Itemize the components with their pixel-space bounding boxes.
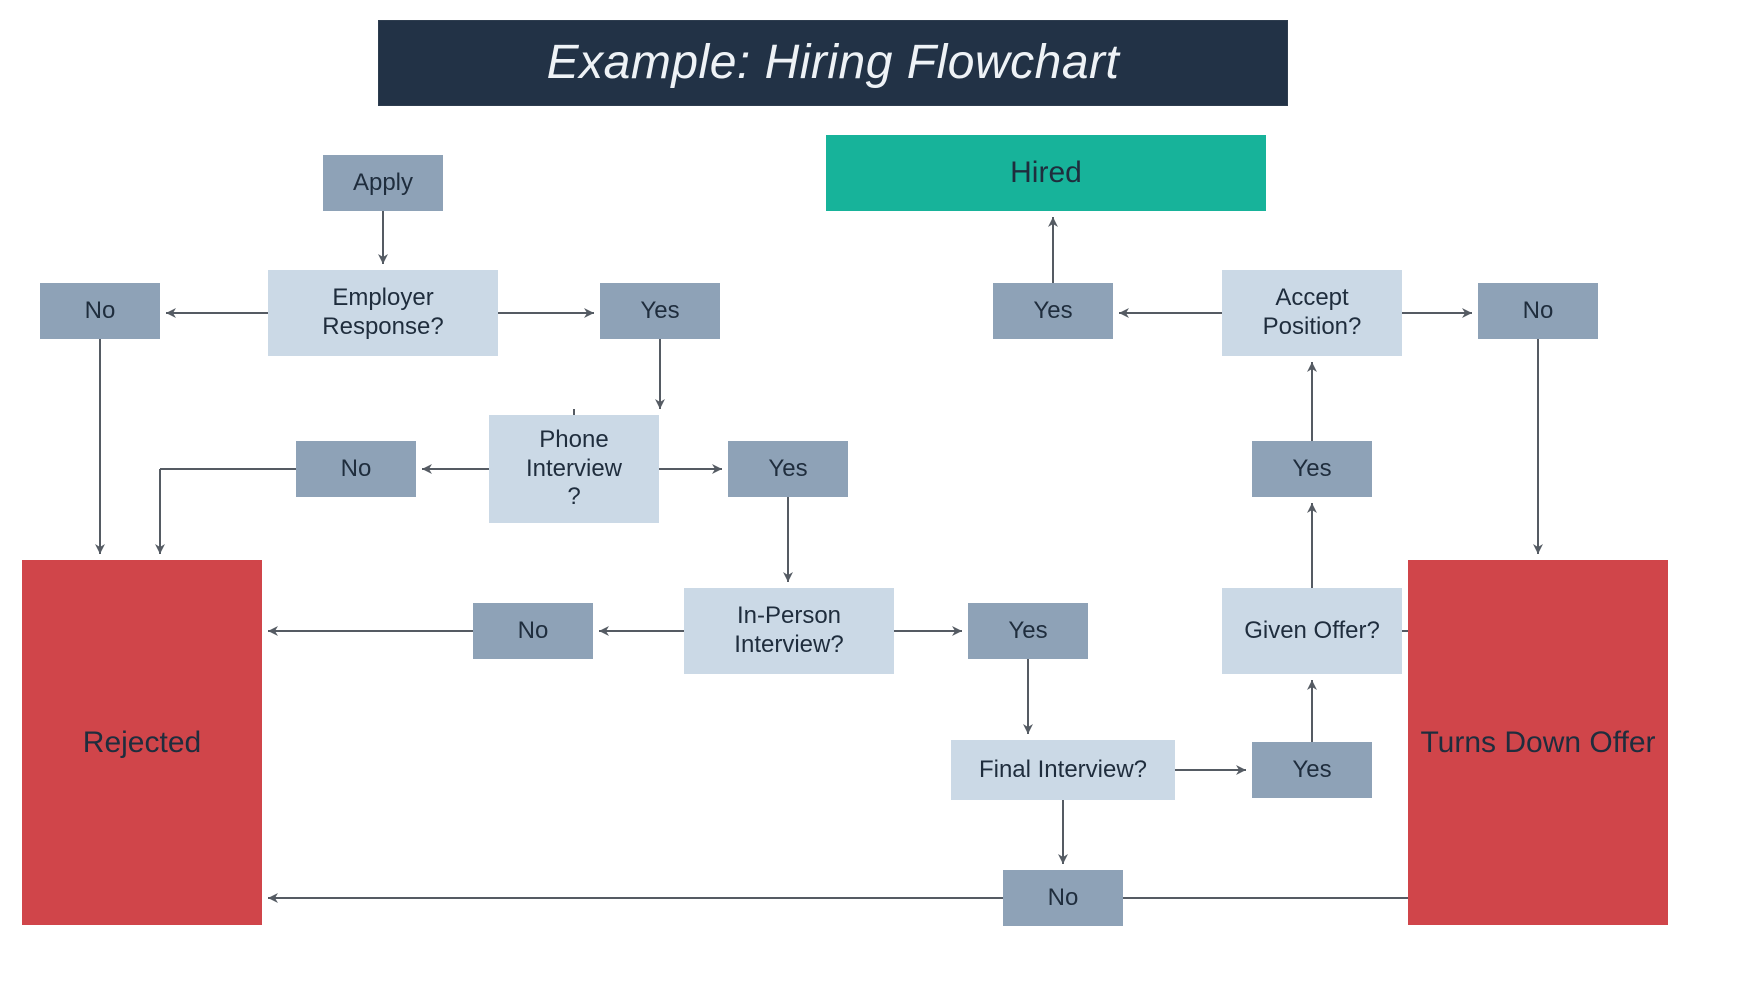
node-erNo: No <box>40 283 160 339</box>
node-label-goYes: Yes <box>1284 451 1339 488</box>
node-apNo: No <box>1478 283 1598 339</box>
title-box: Example: Hiring Flowchart <box>378 20 1288 106</box>
node-apYes: Yes <box>993 283 1113 339</box>
node-ipNo: No <box>473 603 593 659</box>
node-label-turnsDown: Turns Down Offer <box>1412 721 1663 765</box>
node-label-phoneInterview: Phone Interview ? <box>489 422 659 516</box>
node-apply: Apply <box>323 155 443 211</box>
node-label-phNo: No <box>333 451 380 488</box>
node-fiNo: No <box>1003 870 1123 926</box>
node-label-fiYes: Yes <box>1284 752 1339 789</box>
node-label-acceptPosition: Accept Position? <box>1222 280 1402 346</box>
node-finalInterview: Final Interview? <box>951 740 1175 800</box>
node-label-erYes: Yes <box>632 293 687 330</box>
node-label-ipYes: Yes <box>1000 613 1055 650</box>
node-givenOffer: Given Offer? <box>1222 588 1402 674</box>
node-phoneInterview: Phone Interview ? <box>489 415 659 523</box>
node-label-inPerson: In-Person Interview? <box>684 598 894 664</box>
node-fiYes: Yes <box>1252 742 1372 798</box>
node-goYes: Yes <box>1252 441 1372 497</box>
flowchart-stage: Example: Hiring Flowchart Apply Employer R… <box>0 0 1756 996</box>
node-label-phYes: Yes <box>760 451 815 488</box>
node-ipYes: Yes <box>968 603 1088 659</box>
node-erYes: Yes <box>600 283 720 339</box>
node-acceptPosition: Accept Position? <box>1222 270 1402 356</box>
node-rejected: Rejected <box>22 560 262 925</box>
node-employerResponse: Employer Response? <box>268 270 498 356</box>
node-phYes: Yes <box>728 441 848 497</box>
node-label-apply: Apply <box>345 165 421 202</box>
node-turnsDown: Turns Down Offer <box>1408 560 1668 925</box>
node-label-apYes: Yes <box>1025 293 1080 330</box>
node-label-ipNo: No <box>510 613 557 650</box>
node-label-employerResponse: Employer Response? <box>268 280 498 346</box>
node-label-fiNo: No <box>1040 880 1087 917</box>
node-label-givenOffer: Given Offer? <box>1236 613 1388 650</box>
node-label-rejected: Rejected <box>75 721 209 765</box>
node-label-apNo: No <box>1515 293 1562 330</box>
title-label: Example: Hiring Flowchart <box>539 30 1128 96</box>
node-label-hired: Hired <box>1002 151 1090 195</box>
node-label-finalInterview: Final Interview? <box>971 752 1155 789</box>
node-hired: Hired <box>826 135 1266 211</box>
node-label-erNo: No <box>77 293 124 330</box>
node-phNo: No <box>296 441 416 497</box>
node-inPerson: In-Person Interview? <box>684 588 894 674</box>
